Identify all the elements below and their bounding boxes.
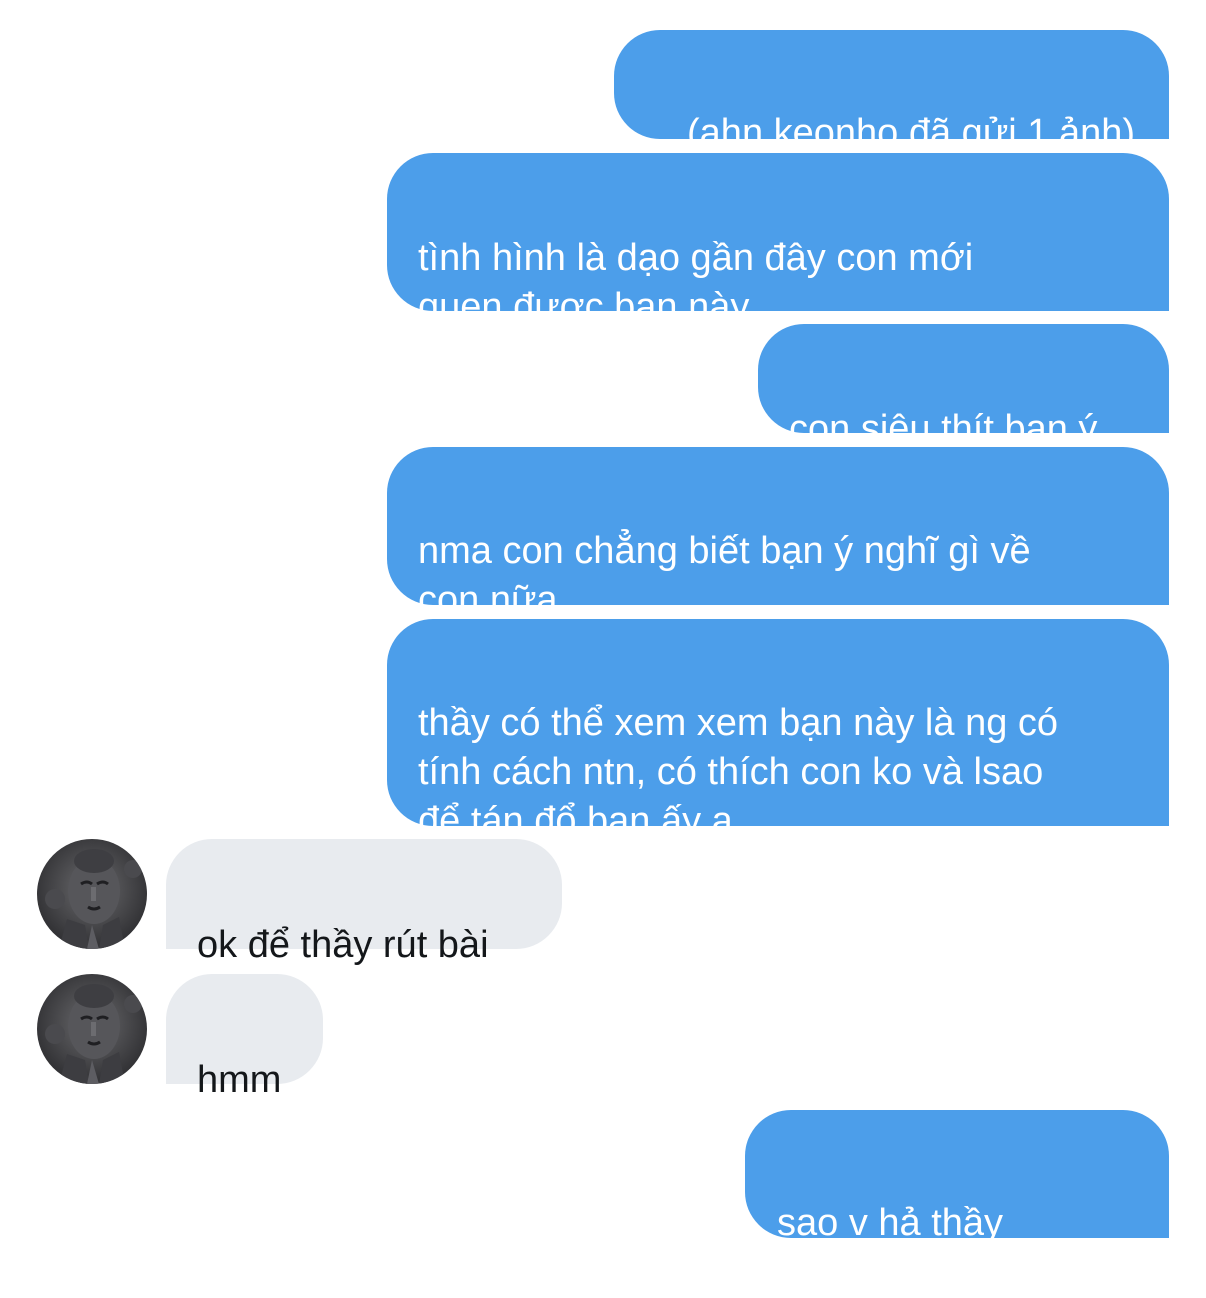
- message-bubble-outgoing[interactable]: sao v hả thầy 😥 😥: [745, 1110, 1169, 1294]
- chat-screen: { "conversation": { "messages": [ {"send…: [0, 0, 1206, 1294]
- buddha-statue-avatar-icon: [37, 974, 147, 1084]
- buddha-statue-avatar-icon: [37, 839, 147, 949]
- sender-avatar[interactable]: [37, 974, 147, 1084]
- message-bubble-incoming[interactable]: ok để thầy rút bài: [166, 839, 562, 966]
- message-bubble-outgoing[interactable]: tình hình là dạo gần đây con mới quen đư…: [387, 153, 1169, 328]
- message-text: tình hình là dạo gần đây con mới quen đư…: [418, 237, 974, 328]
- message-bubble-outgoing[interactable]: nma con chẳng biết bạn ý nghĩ gì về con …: [387, 447, 1169, 621]
- message-text: hmm: [197, 1059, 282, 1101]
- message-bubble-outgoing[interactable]: (ahn keonho đã gửi 1 ảnh): [614, 30, 1169, 154]
- message-bubble-outgoing[interactable]: thầy có thể xem xem bạn này là ng có tín…: [387, 619, 1169, 842]
- message-text: (ahn keonho đã gửi 1 ảnh): [687, 112, 1135, 154]
- message-text: sao v hả thầy: [777, 1202, 1004, 1244]
- message-text: thầy có thể xem xem bạn này là ng có tín…: [418, 702, 1059, 842]
- message-bubble-outgoing[interactable]: con siêu thít bạn ý: [758, 324, 1169, 450]
- sad-face-emoji-icon: 😥 😥: [777, 1250, 869, 1294]
- message-bubble-incoming[interactable]: hmm: [166, 974, 323, 1101]
- sender-avatar[interactable]: [37, 839, 147, 949]
- message-text: nma con chẳng biết bạn ý nghĩ gì về con …: [418, 530, 1031, 621]
- message-text: con siêu thít bạn ý: [789, 408, 1098, 450]
- message-text: ok để thầy rút bài: [197, 924, 489, 966]
